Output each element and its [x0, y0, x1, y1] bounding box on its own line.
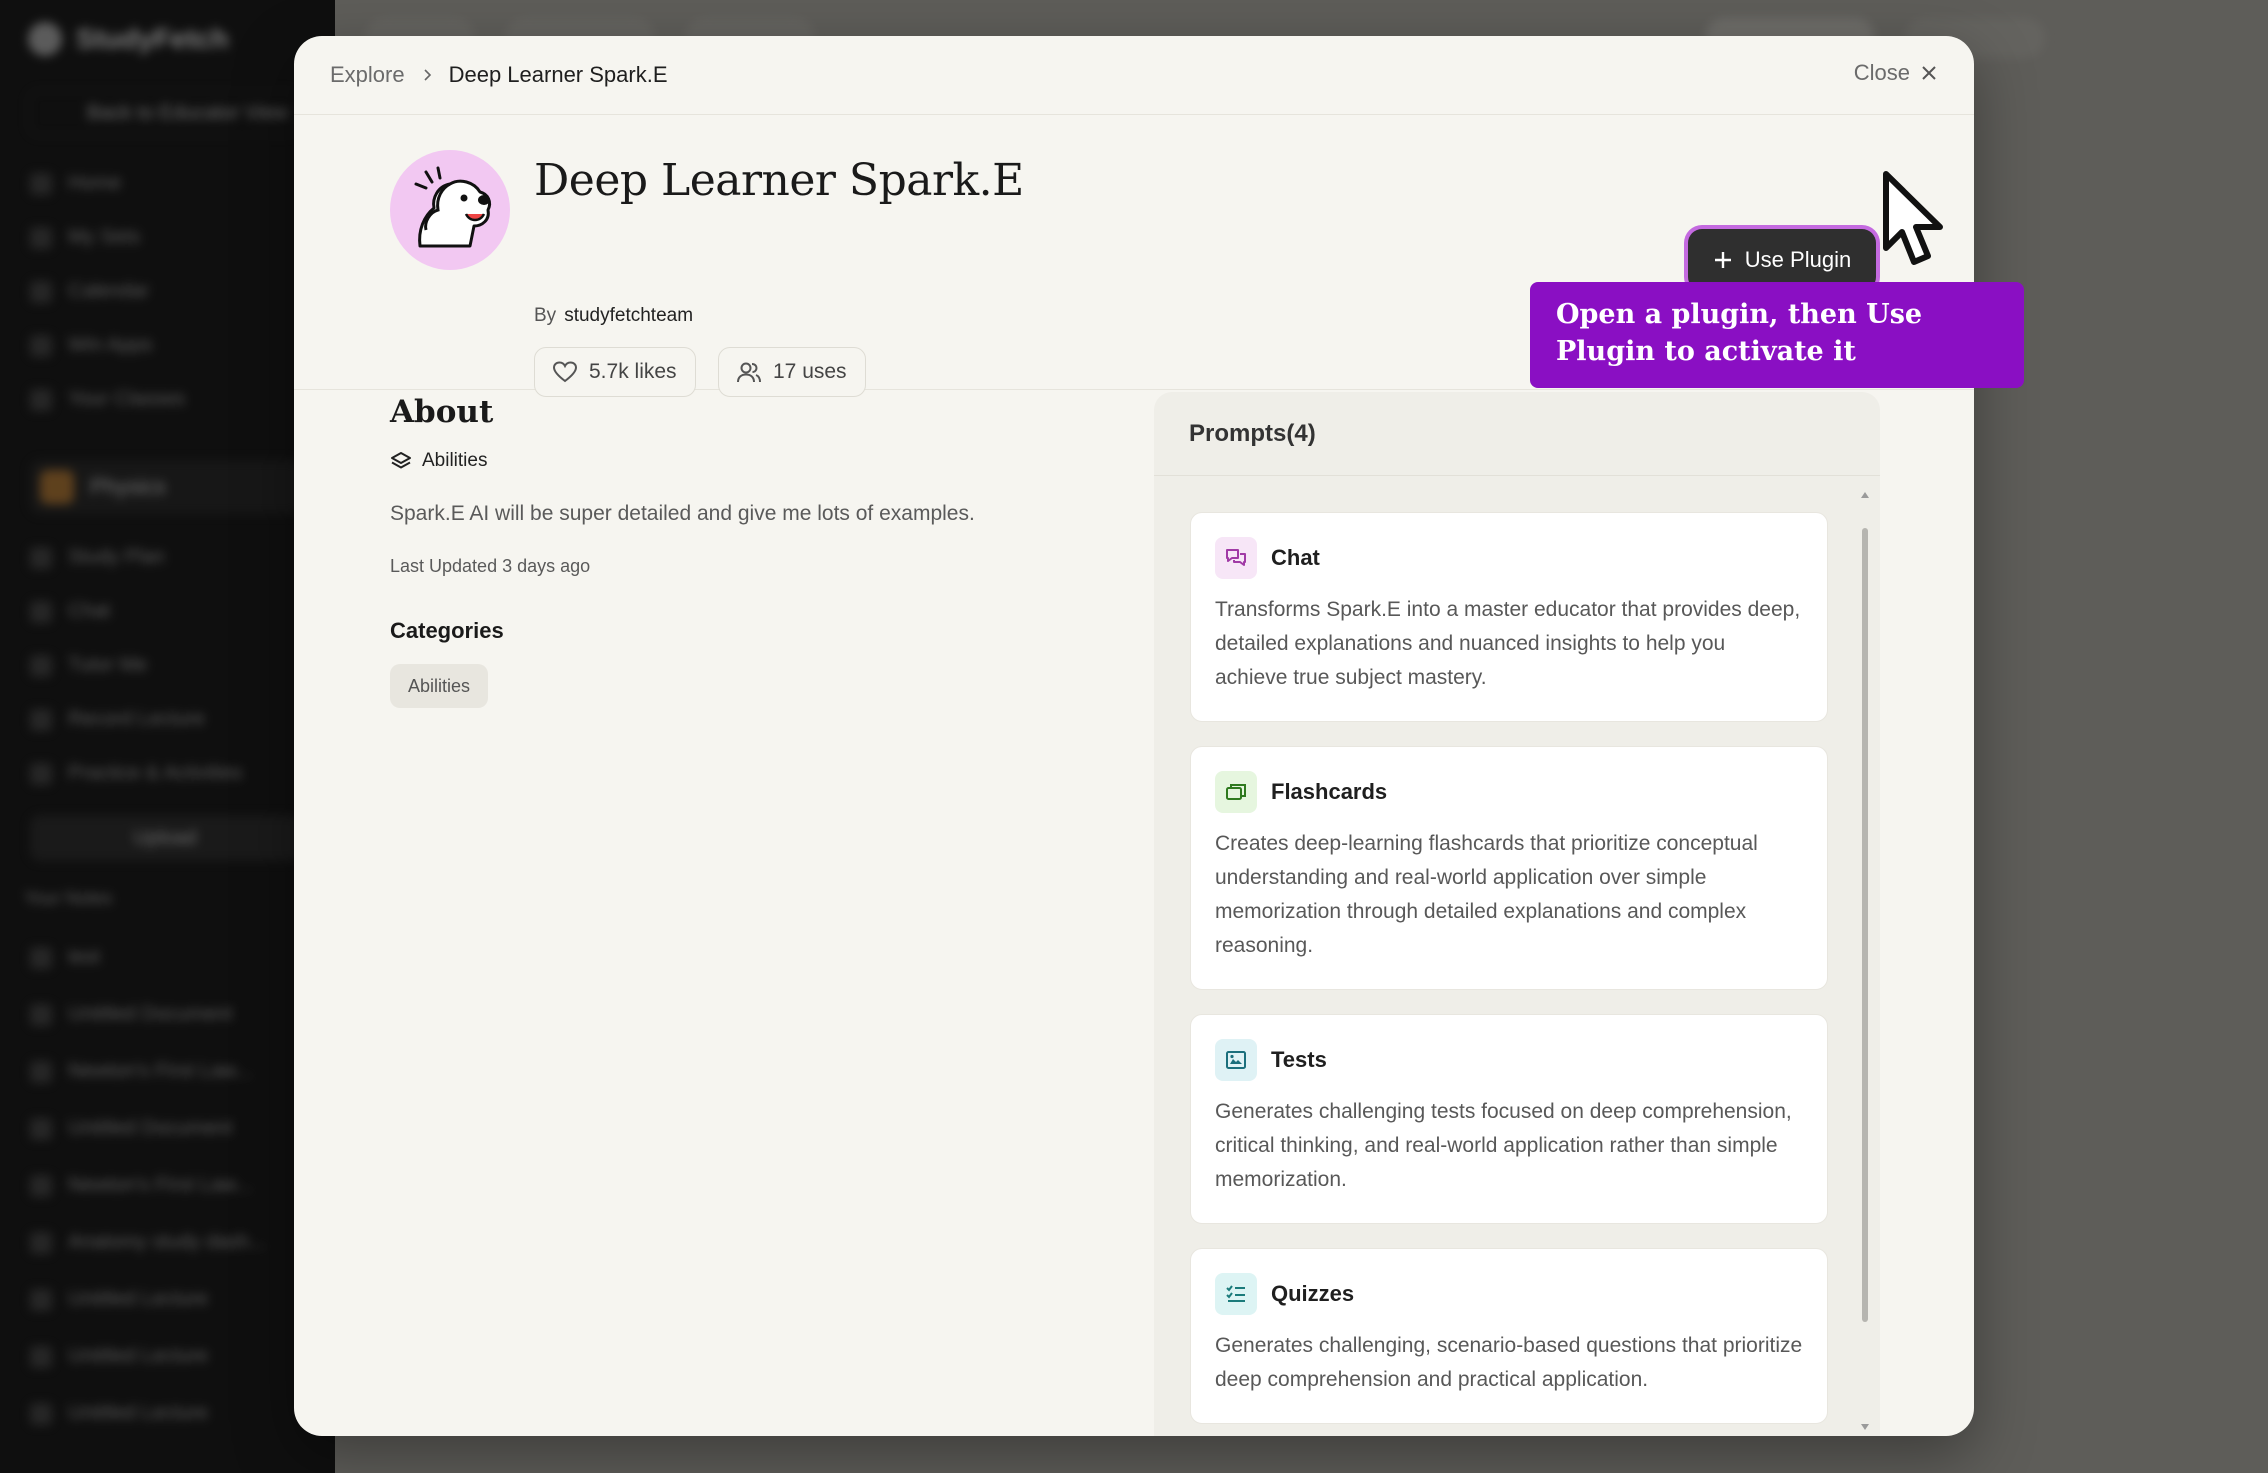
prompt-description: Generates challenging, scenario-based qu…	[1215, 1334, 1803, 1391]
last-updated: Last Updated 3 days ago	[390, 556, 591, 576]
prompt-title: Flashcards	[1271, 779, 1388, 804]
tutorial-tooltip: Open a plugin, then Use Plugin to activa…	[1530, 282, 2024, 388]
prompt-description: Creates deep-learning flashcards that pr…	[1215, 832, 1758, 957]
by-label: By	[534, 305, 557, 326]
class-nav-practice[interactable]: Practice & Activities	[30, 762, 243, 785]
likes-count: 5.7k likes	[589, 360, 677, 383]
uses-badge: 17 uses	[718, 347, 866, 397]
nav-item-your-classes[interactable]: Your Classes	[30, 388, 185, 411]
about-heading: About	[390, 394, 494, 430]
background-sidebar: StudyFetch Back to Educator View Home My…	[0, 0, 335, 1473]
scroll-up-arrow[interactable]	[1861, 492, 1869, 498]
close-label: Close	[1853, 60, 1910, 85]
prompt-card-quizzes[interactable]: Quizzes Generates challenging, scenario-…	[1190, 1248, 1828, 1424]
prompts-heading: Prompts(4)	[1154, 392, 1880, 476]
prompt-card-chat[interactable]: Chat Transforms Spark.E into a master ed…	[1190, 512, 1828, 722]
nav-item-win-apps[interactable]: Win Apps	[30, 334, 152, 357]
prompt-title: Tests	[1271, 1047, 1327, 1072]
note-item[interactable]: Untitled Lecture	[30, 1345, 208, 1368]
mouse-pointer-icon	[1883, 171, 1943, 265]
plugin-detail-modal: Explore Deep Learner Spark.E Close Deep …	[294, 36, 1974, 1436]
prompt-card-tests[interactable]: Tests Generates challenging tests focuse…	[1190, 1014, 1828, 1224]
plus-icon	[1714, 252, 1731, 268]
prompt-title: Quizzes	[1271, 1281, 1355, 1306]
class-nav-study-plan[interactable]: Study Plan	[30, 546, 165, 569]
likes-button[interactable]: 5.7k likes	[534, 347, 696, 397]
prompt-title: Chat	[1271, 545, 1320, 570]
ability-label: Abilities	[422, 450, 488, 471]
breadcrumb-current: Deep Learner Spark.E	[448, 62, 668, 87]
close-icon	[1922, 66, 1936, 80]
layers-icon	[391, 452, 411, 469]
note-item[interactable]: Anatomy study dash...	[30, 1231, 266, 1254]
scroll-down-arrow[interactable]	[1861, 1424, 1869, 1430]
close-button[interactable]: Close	[1854, 60, 1938, 86]
about-description: Spark.E AI will be super detailed and gi…	[390, 502, 975, 525]
nav-item-home[interactable]: Home	[30, 172, 121, 195]
your-notes-heading: Your Notes	[24, 888, 113, 908]
back-to-educator-button[interactable]: Back to Educator View	[28, 90, 298, 136]
class-selector[interactable]: Physics	[30, 460, 300, 514]
brand-logo: StudyFetch	[28, 22, 228, 56]
class-nav-record-lecture[interactable]: Record Lecture	[30, 708, 205, 731]
categories-heading: Categories	[390, 618, 504, 643]
test-sheet-icon	[1215, 1039, 1257, 1081]
uses-count: 17 uses	[773, 360, 847, 383]
prompt-card-flashcards[interactable]: Flashcards Creates deep-learning flashca…	[1190, 746, 1828, 990]
note-item[interactable]: Newton's First Law...	[30, 1060, 252, 1083]
heart-icon	[553, 361, 577, 383]
note-item[interactable]: Newton's First Law...	[30, 1174, 252, 1197]
plugin-byline: By studyfetchteam	[534, 305, 693, 327]
category-tag[interactable]: Abilities	[390, 664, 489, 708]
upload-button[interactable]: Upload	[30, 815, 300, 861]
plugin-avatar	[390, 150, 510, 270]
note-item[interactable]: Untitled Document	[30, 1117, 233, 1140]
author-name[interactable]: studyfetchteam	[564, 305, 693, 326]
class-nav-tutor-me[interactable]: Tutor Me	[30, 654, 147, 677]
plugin-title: Deep Learner Spark.E	[534, 155, 1024, 206]
note-item[interactable]: Untitled Document	[30, 1003, 233, 1026]
breadcrumb-explore[interactable]: Explore	[330, 62, 405, 88]
prompt-description: Generates challenging tests focused on d…	[1215, 1100, 1792, 1191]
cards-stack-icon	[1215, 771, 1257, 813]
dog-mascot-icon	[414, 166, 492, 248]
prompt-list: Chat Transforms Spark.E into a master ed…	[1190, 512, 1828, 1436]
use-plugin-label: Use Plugin	[1744, 247, 1852, 272]
prompts-panel: Prompts(4) Chat Transforms Spark.E into …	[1154, 392, 1880, 1436]
ability-tag: Abilities	[390, 450, 487, 472]
nav-item-my-sets[interactable]: My Sets	[30, 226, 140, 249]
checklist-icon	[1215, 1273, 1257, 1315]
note-item[interactable]: Untitled Lecture	[30, 1402, 208, 1425]
prompts-scrollbar[interactable]	[1862, 528, 1868, 1322]
note-item[interactable]: test	[30, 946, 100, 969]
users-icon	[737, 362, 761, 383]
chevron-right-icon	[424, 69, 431, 81]
chat-bubbles-icon	[1215, 537, 1257, 579]
prompt-description: Transforms Spark.E into a master educato…	[1215, 598, 1801, 689]
nav-item-calendar[interactable]: Calendar	[30, 280, 149, 303]
modal-header: Explore Deep Learner Spark.E Close	[294, 36, 1974, 115]
class-nav-chat[interactable]: Chat	[30, 600, 110, 623]
brand-name: StudyFetch	[76, 23, 229, 54]
note-item[interactable]: Untitled Lecture	[30, 1288, 208, 1311]
